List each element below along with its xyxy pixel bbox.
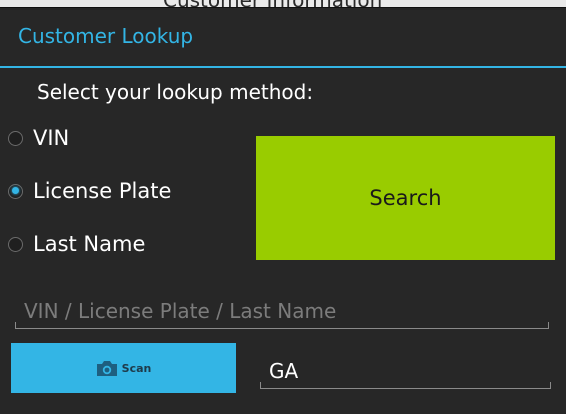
search-button[interactable]: Search [256,136,555,260]
radio-option-license-plate[interactable]: License Plate [8,174,171,208]
customer-lookup-dialog: Customer Lookup Select your lookup metho… [0,8,566,414]
lookup-query-input[interactable] [15,294,549,328]
scan-button[interactable]: Scan [11,343,236,393]
dialog-title: Customer Lookup [18,24,194,48]
radio-label-license-plate: License Plate [33,179,172,203]
lookup-method-prompt: Select your lookup method: [37,80,314,104]
radio-button-vin[interactable] [8,130,23,146]
camera-icon [96,360,117,376]
radio-button-license-plate[interactable] [8,183,23,199]
radio-label-vin: VIN [33,126,70,150]
radio-option-vin[interactable]: VIN [8,121,69,155]
radio-label-last-name: Last Name [33,232,146,256]
radio-button-last-name[interactable] [8,236,23,252]
state-input[interactable] [260,354,551,388]
lookup-query-field [15,294,549,329]
scan-label: Scan [121,361,152,375]
radio-option-last-name[interactable]: Last Name [8,227,145,261]
title-divider [0,66,566,68]
state-field [260,354,551,389]
